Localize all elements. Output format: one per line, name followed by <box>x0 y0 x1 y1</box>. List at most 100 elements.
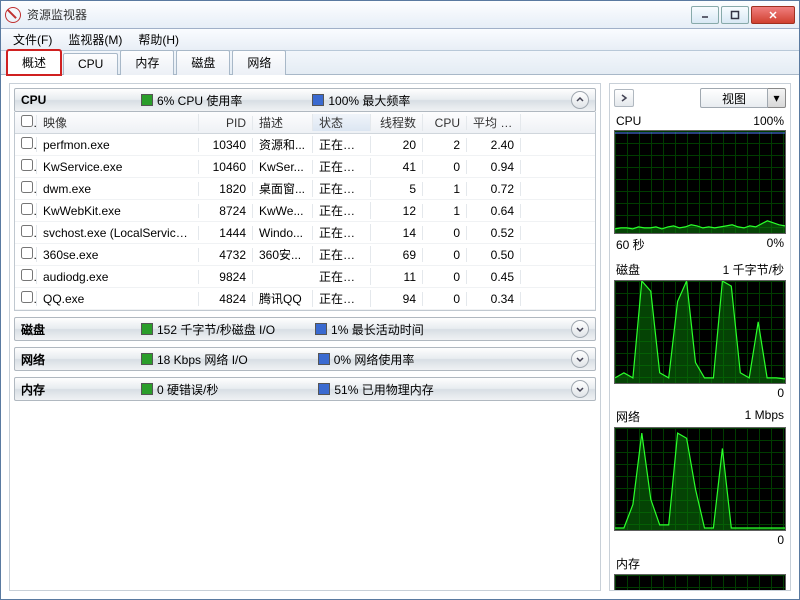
tab-overview[interactable]: 概述 <box>7 50 61 75</box>
collapse-button[interactable] <box>571 91 589 109</box>
tab-network[interactable]: 网络 <box>232 50 286 75</box>
cpu-section-header[interactable]: CPU 6% CPU 使用率 100% 最大频率 <box>14 88 596 112</box>
square-icon <box>318 353 330 365</box>
cell-avg: 0.45 <box>467 270 521 284</box>
row-checkbox[interactable] <box>21 225 33 237</box>
menu-help[interactable]: 帮助(H) <box>130 29 187 50</box>
table-row[interactable]: audiodg.exe9824正在运行1100.45 <box>15 266 595 288</box>
cell-pid: 10460 <box>199 160 253 174</box>
row-checkbox[interactable] <box>21 291 33 303</box>
col-image[interactable]: 映像 <box>37 114 199 131</box>
cell-cpu: 0 <box>423 292 467 306</box>
cell-cpu: 0 <box>423 248 467 262</box>
menubar: 文件(F) 监视器(M) 帮助(H) <box>1 29 799 51</box>
cell-pid: 10340 <box>199 138 253 152</box>
cell-threads: 5 <box>371 182 423 196</box>
resource-monitor-window: 资源监视器 文件(F) 监视器(M) 帮助(H) 概述 CPU 内存 磁盘 网络… <box>0 0 800 600</box>
row-checkbox[interactable] <box>21 247 33 259</box>
tab-strip: 概述 CPU 内存 磁盘 网络 <box>1 51 799 75</box>
memory-section-header[interactable]: 内存 0 硬错误/秒 51% 已用物理内存 <box>14 377 596 401</box>
cell-threads: 14 <box>371 226 423 240</box>
square-icon <box>141 323 153 335</box>
collapse-panel-button[interactable] <box>614 89 634 107</box>
tab-disk[interactable]: 磁盘 <box>176 50 230 75</box>
cell-avg: 0.94 <box>467 160 521 174</box>
expand-button[interactable] <box>571 320 589 338</box>
cell-threads: 41 <box>371 160 423 174</box>
select-all-checkbox[interactable] <box>21 115 33 127</box>
cell-cpu: 0 <box>423 160 467 174</box>
cell-desc: Windo... <box>253 226 313 240</box>
cpu-graph <box>614 130 786 234</box>
table-row[interactable]: KwService.exe10460KwSer...正在运行4100.94 <box>15 156 595 178</box>
cell-status: 正在运行 <box>313 202 371 219</box>
graph-max: 100% <box>753 114 784 128</box>
graph-min: 0% <box>767 236 784 253</box>
menu-monitor[interactable]: 监视器(M) <box>60 29 130 50</box>
cell-image: 360se.exe <box>37 248 199 262</box>
tab-cpu[interactable]: CPU <box>63 53 118 75</box>
disk-section-header[interactable]: 磁盘 152 千字节/秒磁盘 I/O 1% 最长活动时间 <box>14 317 596 341</box>
expand-button[interactable] <box>571 380 589 398</box>
cell-threads: 20 <box>371 138 423 152</box>
cell-desc: 360安... <box>253 246 313 263</box>
col-status[interactable]: 状态 <box>313 114 371 131</box>
cell-image: perfmon.exe <box>37 138 199 152</box>
square-icon <box>141 383 153 395</box>
row-checkbox[interactable] <box>21 203 33 215</box>
graph-title: 网络 <box>616 408 640 425</box>
cell-cpu: 1 <box>423 182 467 196</box>
network-graph-block: 网络1 Mbps 0 <box>614 406 786 549</box>
cell-status: 正在运行 <box>313 268 371 285</box>
close-button[interactable] <box>751 6 795 24</box>
cell-image: QQ.exe <box>37 292 199 306</box>
expand-button[interactable] <box>571 350 589 368</box>
cell-image: KwWebKit.exe <box>37 204 199 218</box>
table-row[interactable]: 360se.exe4732360安...正在运行6900.50 <box>15 244 595 266</box>
memory-section-title: 内存 <box>21 381 131 398</box>
cell-pid: 9824 <box>199 270 253 284</box>
maximize-button[interactable] <box>721 6 749 24</box>
col-pid[interactable]: PID <box>199 116 253 130</box>
row-checkbox[interactable] <box>21 269 33 281</box>
col-description[interactable]: 描述 <box>253 114 313 131</box>
cell-status: 正在运行 <box>313 158 371 175</box>
col-checkbox[interactable] <box>15 115 37 130</box>
minimize-button[interactable] <box>691 6 719 24</box>
left-pane: CPU 6% CPU 使用率 100% 最大频率 映像 PID 描述 状态 线程… <box>9 83 601 591</box>
cell-desc: KwSer... <box>253 160 313 174</box>
row-checkbox[interactable] <box>21 159 33 171</box>
cell-image: dwm.exe <box>37 182 199 196</box>
graph-min: 0 <box>777 533 784 547</box>
table-row[interactable]: dwm.exe1820桌面窗...正在运行510.72 <box>15 178 595 200</box>
view-dropdown[interactable]: 视图 ▾ <box>700 88 786 108</box>
graph-min: 0 <box>777 386 784 400</box>
col-cpu[interactable]: CPU <box>423 116 467 130</box>
cell-pid: 4732 <box>199 248 253 262</box>
table-row[interactable]: QQ.exe4824腾讯QQ正在运行9400.34 <box>15 288 595 310</box>
cell-threads: 69 <box>371 248 423 262</box>
table-row[interactable]: KwWebKit.exe8724KwWe...正在运行1210.64 <box>15 200 595 222</box>
cell-threads: 11 <box>371 270 423 284</box>
tab-memory[interactable]: 内存 <box>120 50 174 75</box>
cell-status: 正在运行 <box>313 136 371 153</box>
view-dropdown-label: 视图 <box>700 88 768 108</box>
row-checkbox[interactable] <box>21 181 33 193</box>
square-icon <box>318 383 330 395</box>
table-row[interactable]: svchost.exe (LocalServiceN...1444Windo..… <box>15 222 595 244</box>
cpu-section-title: CPU <box>21 93 131 107</box>
graph-title: 内存 <box>616 555 640 572</box>
view-toolbar: 视图 ▾ <box>614 88 786 108</box>
table-row[interactable]: perfmon.exe10340资源和...正在运行2022.40 <box>15 134 595 156</box>
process-table: 映像 PID 描述 状态 线程数 CPU 平均 C... perfmon.exe… <box>14 112 596 311</box>
cell-pid: 1444 <box>199 226 253 240</box>
disk-graph <box>614 280 786 384</box>
col-threads[interactable]: 线程数 <box>371 114 423 131</box>
menu-file[interactable]: 文件(F) <box>5 29 60 50</box>
window-buttons <box>689 6 795 24</box>
col-avg-cpu[interactable]: 平均 C... <box>467 114 521 131</box>
cell-avg: 0.72 <box>467 182 521 196</box>
network-section-header[interactable]: 网络 18 Kbps 网络 I/O 0% 网络使用率 <box>14 347 596 371</box>
table-body: perfmon.exe10340资源和...正在运行2022.40KwServi… <box>15 134 595 310</box>
row-checkbox[interactable] <box>21 137 33 149</box>
